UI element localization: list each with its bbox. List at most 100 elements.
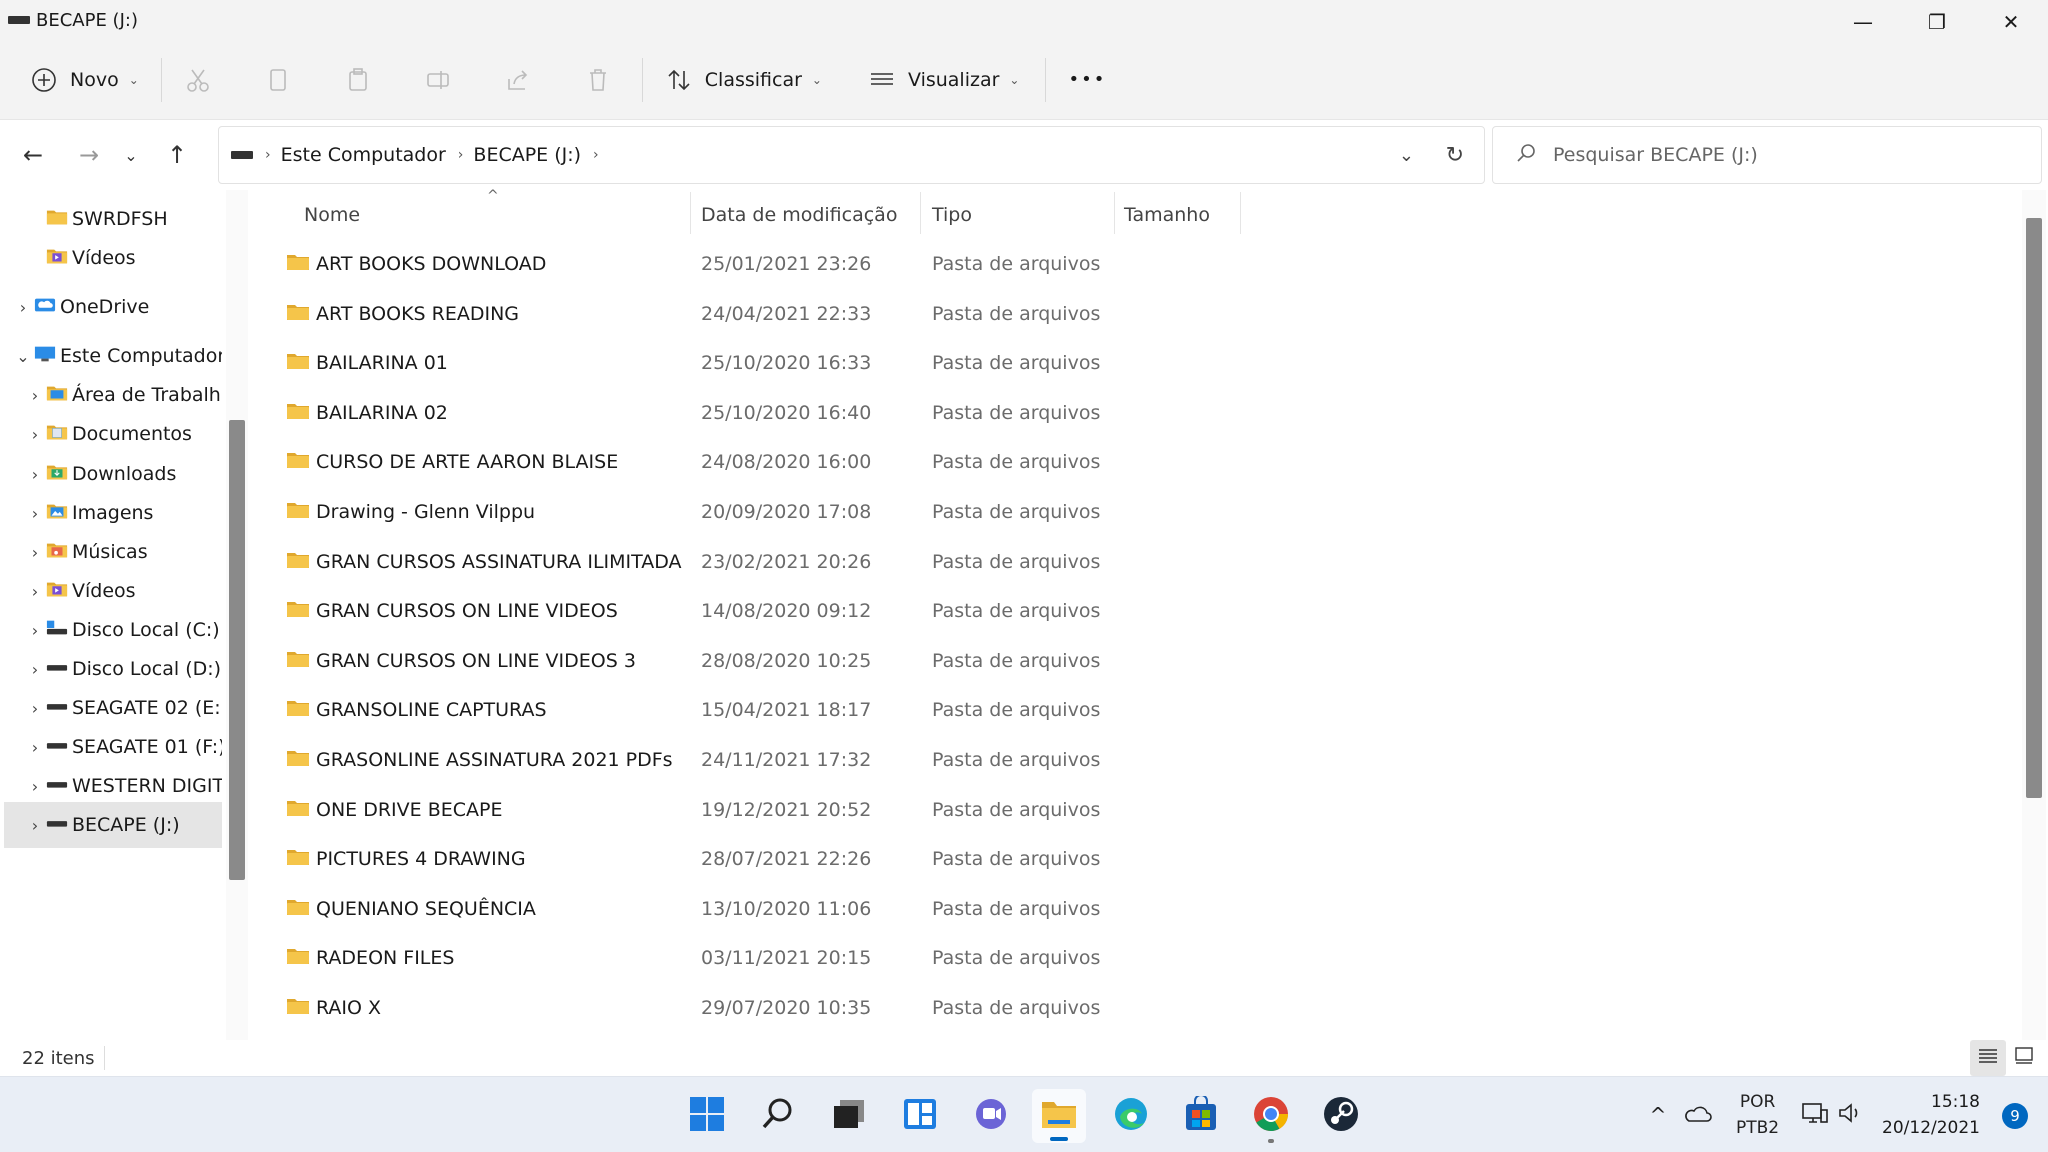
drive-icon: [231, 151, 253, 159]
column-divider[interactable]: [920, 192, 921, 234]
column-header-type[interactable]: Tipo: [932, 190, 972, 240]
delete-button[interactable]: [572, 54, 624, 106]
file-row[interactable]: RADEON FILES 03/11/2021 20:15 Pasta de arq…: [250, 935, 1950, 983]
nav-item[interactable]: › OneDrive: [4, 284, 222, 330]
column-divider[interactable]: [1240, 192, 1241, 234]
notification-badge[interactable]: 9: [2002, 1103, 2028, 1129]
input-language-indicator[interactable]: POR PTB2: [1736, 1089, 1779, 1141]
new-button[interactable]: Novo ⌄: [18, 54, 151, 106]
start-button[interactable]: [680, 1089, 734, 1143]
task-view-button[interactable]: [822, 1089, 876, 1143]
maximize-button[interactable]: ❐: [1900, 0, 1974, 44]
expand-chevron-right-icon[interactable]: ›: [26, 425, 44, 444]
details-view-button[interactable]: [1970, 1040, 2006, 1076]
file-row[interactable]: CURSO DE ARTE AARON BLAISE 24/08/2020 16:…: [250, 439, 1950, 487]
forward-button[interactable]: →: [62, 128, 116, 182]
file-list-scrollbar[interactable]: [2022, 190, 2046, 1040]
column-header-size[interactable]: Tamanho: [1124, 190, 1210, 240]
network-icon[interactable]: [1801, 1100, 1829, 1131]
file-row[interactable]: GRANSOLINE CAPTURAS 15/04/2021 18:17 Pasta…: [250, 687, 1950, 735]
expand-chevron-right-icon[interactable]: ›: [26, 465, 44, 484]
chrome-button[interactable]: [1244, 1089, 1298, 1143]
paste-button[interactable]: [332, 54, 384, 106]
large-icons-view-button[interactable]: [2006, 1040, 2042, 1076]
file-row[interactable]: PICTURES 4 DRAWING 28/07/2021 22:26 Pasta …: [250, 836, 1950, 884]
expand-chevron-right-icon[interactable]: ›: [26, 777, 44, 796]
column-divider[interactable]: [690, 192, 691, 234]
drive-icon: [46, 697, 68, 715]
expand-chevron-right-icon[interactable]: ›: [26, 699, 44, 718]
volume-icon[interactable]: [1837, 1101, 1863, 1130]
expand-chevron-right-icon[interactable]: ›: [26, 738, 44, 757]
drive-icon: [46, 736, 68, 754]
column-header-date[interactable]: Data de modificação: [701, 190, 897, 240]
file-type: Pasta de arquivos: [932, 997, 1101, 1019]
expand-chevron-right-icon[interactable]: ›: [26, 582, 44, 601]
recent-locations-button[interactable]: ⌄: [116, 128, 146, 182]
rename-button[interactable]: [412, 54, 464, 106]
address-bar[interactable]: › Este Computador › BECAPE (J:) › ⌄ ↻: [218, 126, 1485, 184]
navigation-scrollbar[interactable]: [226, 190, 248, 1040]
expand-chevron-right-icon[interactable]: ›: [26, 660, 44, 679]
arrow-up-icon: ↑: [166, 141, 188, 169]
view-button[interactable]: Visualizar ⌄: [856, 54, 1032, 106]
nav-item[interactable]: › BECAPE (J:): [4, 802, 222, 848]
windows-logo-icon: [689, 1096, 725, 1136]
breadcrumb-becape[interactable]: BECAPE (J:): [473, 144, 581, 166]
onedrive-tray-icon[interactable]: [1682, 1103, 1712, 1128]
expand-chevron-right-icon[interactable]: ›: [14, 298, 32, 317]
column-divider[interactable]: [1114, 192, 1115, 234]
expand-chevron-right-icon[interactable]: ›: [26, 386, 44, 405]
search-taskbar-button[interactable]: [751, 1089, 805, 1143]
expand-chevron-right-icon[interactable]: ›: [26, 504, 44, 523]
file-row[interactable]: ART BOOKS READING 24/04/2021 22:33 Pasta d…: [250, 291, 1950, 339]
scrollbar-thumb[interactable]: [229, 420, 245, 880]
edge-button[interactable]: [1104, 1089, 1158, 1143]
back-button[interactable]: ←: [6, 128, 60, 182]
file-row[interactable]: GRAN CURSOS ON LINE VIDEOS 14/08/2020 09:…: [250, 588, 1950, 636]
column-header-name[interactable]: Nome: [304, 190, 360, 240]
file-row[interactable]: Drawing - Glenn Vilppu 20/09/2020 17:08 Pa…: [250, 489, 1950, 537]
scrollbar-thumb[interactable]: [2026, 218, 2042, 798]
file-date: 25/01/2021 23:26: [701, 253, 872, 275]
cut-button[interactable]: [172, 54, 224, 106]
store-button[interactable]: [1174, 1089, 1228, 1143]
sort-button[interactable]: Classificar ⌄: [653, 54, 834, 106]
file-row[interactable]: QUENIANO SEQUÊNCIA 13/10/2020 11:06 Pasta …: [250, 886, 1950, 934]
close-button[interactable]: ✕: [1974, 0, 2048, 44]
file-name: ART BOOKS READING: [316, 302, 520, 325]
file-row[interactable]: ART BOOKS DOWNLOAD 25/01/2021 23:26 Pasta …: [250, 241, 1950, 289]
widgets-button[interactable]: [893, 1089, 947, 1143]
address-dropdown-icon[interactable]: ⌄: [1399, 145, 1414, 166]
search-placeholder: Pesquisar BECAPE (J:): [1553, 144, 1758, 166]
expand-chevron-down-icon[interactable]: ⌄: [14, 347, 32, 366]
file-row[interactable]: GRAN CURSOS ASSINATURA ILIMITADA 23/02/20…: [250, 539, 1950, 587]
file-explorer-button[interactable]: [1032, 1089, 1086, 1143]
file-row[interactable]: ONE DRIVE BECAPE 19/12/2021 20:52 Pasta de…: [250, 787, 1950, 835]
up-button[interactable]: ↑: [150, 128, 204, 182]
file-row[interactable]: GRASONLINE ASSINATURA 2021 PDFs 24/11/202…: [250, 737, 1950, 785]
expand-chevron-right-icon[interactable]: ›: [26, 816, 44, 835]
copy-button[interactable]: [252, 54, 304, 106]
expand-chevron-right-icon[interactable]: ›: [26, 543, 44, 562]
clock[interactable]: 15:18 20/12/2021: [1882, 1089, 1980, 1141]
file-row[interactable]: GRAN CURSOS ON LINE VIDEOS 3 28/08/2020 1…: [250, 638, 1950, 686]
clipboard-icon: [344, 66, 372, 94]
minimize-button[interactable]: —: [1826, 0, 1900, 44]
file-row[interactable]: RAIO X 29/07/2020 10:35 Pasta de arquivos: [250, 985, 1950, 1033]
expand-chevron-right-icon[interactable]: ›: [26, 621, 44, 640]
refresh-icon[interactable]: ↻: [1446, 143, 1464, 168]
file-name: CURSO DE ARTE AARON BLAISE: [316, 451, 619, 474]
search-box[interactable]: Pesquisar BECAPE (J:): [1492, 126, 2042, 184]
more-options-button[interactable]: •••: [1056, 54, 1118, 106]
nav-item[interactable]: Vídeos: [4, 235, 222, 281]
chat-button[interactable]: [964, 1089, 1018, 1143]
file-type: Pasta de arquivos: [932, 798, 1101, 821]
steam-button[interactable]: [1314, 1089, 1368, 1143]
file-date: 24/04/2021 22:33: [701, 302, 872, 325]
breadcrumb-este-computador[interactable]: Este Computador: [281, 144, 446, 166]
file-row[interactable]: BAILARINA 01 25/10/2020 16:33 Pasta de arq…: [250, 340, 1950, 388]
show-hidden-icons-button[interactable]: ^: [1642, 1103, 1674, 1127]
share-button[interactable]: [492, 54, 544, 106]
file-row[interactable]: BAILARINA 02 25/10/2020 16:40 Pasta de arq…: [250, 390, 1950, 438]
